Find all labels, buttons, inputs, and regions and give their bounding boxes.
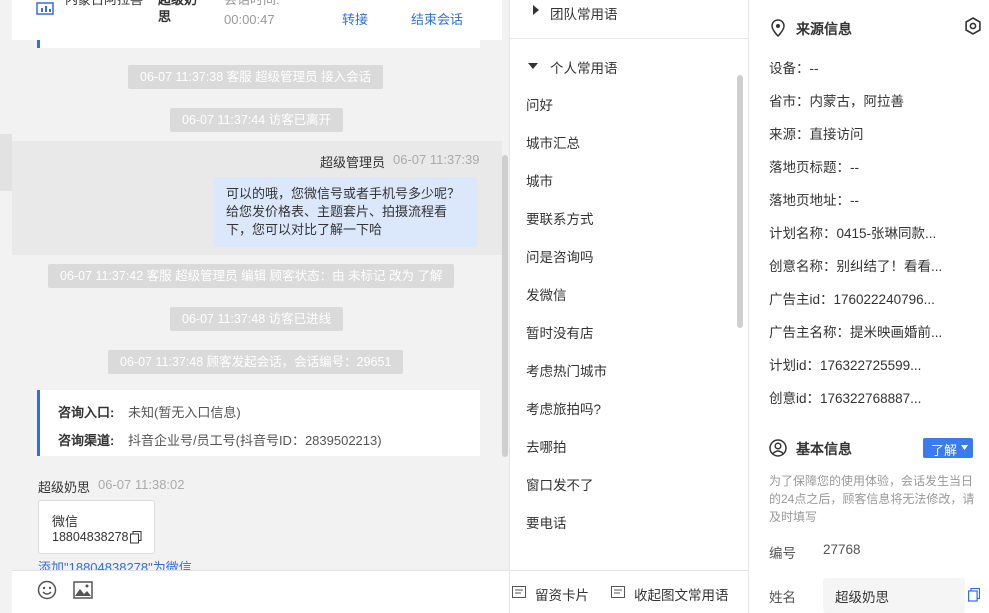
lead-card-button[interactable]: 留资卡片: [535, 584, 589, 604]
team-phrases-toggle[interactable]: 团队常用语: [550, 3, 618, 23]
divider: [510, 38, 749, 39]
chart-icon: [36, 2, 54, 16]
session-duration: 00:00:47: [224, 12, 275, 27]
image-icon[interactable]: [73, 581, 93, 599]
phrase-item[interactable]: 城市汇总: [526, 132, 580, 152]
end-session-button[interactable]: 结束会话: [411, 11, 463, 28]
phrase-item[interactable]: 要联系方式: [526, 208, 594, 228]
copy-icon[interactable]: [968, 588, 980, 602]
caret-down-icon: [961, 445, 968, 450]
status-dropdown[interactable]: 了解: [923, 438, 973, 458]
chat-panel: 内蒙古阿拉善 超级奶思 会话时间: 00:00:47 转接 结束会话 06-07…: [0, 0, 509, 613]
creative-id-row: 创意id：176322768887...: [769, 391, 922, 406]
previous-card-edge: [37, 40, 480, 48]
system-message: 06-07 11:37:48 顾客发起会话，会话编号：29651: [108, 350, 404, 374]
advertiser-name-row: 广告主名称：提米映画婚前...: [769, 325, 943, 340]
user-circle-icon: [769, 439, 787, 457]
customer-name-field[interactable]: 超级奶思: [823, 578, 965, 613]
customer-number-value: 27768: [823, 542, 861, 557]
copy-icon[interactable]: [130, 531, 142, 544]
landing-url-row: 落地页地址：--: [769, 193, 859, 208]
agent-message-block: 超级管理员 06-07 11:37:39 可以的哦，您微信号或者手机号多少呢？给…: [12, 141, 502, 255]
phrases-scrollbar[interactable]: [737, 75, 743, 328]
quick-phrases-panel: 团队常用语 个人常用语 问好 城市汇总 城市 要联系方式 问是咨询吗 发微信 暂…: [509, 0, 749, 613]
customer-info-panel: 来源信息 设备：-- 省市：内蒙古，阿拉善 来源：直接访问 落地页标题：-- 落…: [748, 0, 989, 613]
channel-label: 咨询渠道:: [58, 433, 115, 448]
phrase-item[interactable]: 问好: [526, 94, 553, 114]
wechat-card-number: 18804838278: [52, 530, 129, 544]
collapse-phrases-button[interactable]: 收起图文常用语: [634, 584, 729, 604]
caret-down-icon: [528, 62, 538, 70]
collapse-icon: [611, 586, 625, 598]
session-duration-label: 会话时间:: [224, 0, 280, 8]
status-badge: 了解: [931, 443, 958, 458]
caret-right-icon: [532, 5, 540, 15]
phrase-item[interactable]: 城市: [526, 170, 553, 190]
visitor-name: 超级奶思: [38, 480, 91, 495]
system-message: 06-07 11:37:38 客服 超级管理员 接入会话: [128, 65, 384, 89]
customer-name-value: 超级奶思: [835, 590, 889, 605]
entry-label: 咨询入口:: [58, 405, 115, 420]
personal-phrases-toggle[interactable]: 个人常用语: [550, 57, 618, 77]
phrase-item[interactable]: 考虑旅拍吗?: [526, 398, 601, 418]
channel-value: 抖音企业号/员工号(抖音号ID：2839502213): [128, 433, 382, 448]
agent-timestamp: 06-07 11:37:39: [393, 152, 480, 167]
settings-icon[interactable]: [964, 17, 982, 35]
source-row: 来源：直接访问: [769, 127, 864, 142]
visitor-header-bar: 内蒙古阿拉善 超级奶思 会话时间: 00:00:47 转接 结束会话: [12, 0, 502, 40]
agent-message-bubble: 可以的哦，您微信号或者手机号多少呢？给您发价格表、主题套片、拍摄流程看下，您可以…: [214, 177, 478, 247]
landing-title-row: 落地页标题：--: [769, 160, 859, 175]
creative-name-row: 创意名称：别纠结了！看看...: [769, 259, 943, 274]
divider: [510, 570, 749, 571]
customer-number-label: 编号: [769, 546, 796, 561]
phrase-item[interactable]: 要电话: [526, 512, 567, 532]
phrase-item[interactable]: 去哪拍: [526, 436, 567, 456]
plan-id-row: 计划id：176322725599...: [769, 358, 922, 373]
agent-name: 超级管理员: [320, 155, 386, 170]
wechat-card[interactable]: 微信 18804838278: [38, 500, 155, 554]
plan-name-row: 计划名称：0415-张琳同款...: [769, 226, 937, 241]
phrase-item[interactable]: 发微信: [526, 284, 567, 304]
edit-notice: 为了保障您的使用体验，会话发生当日的24点之后，顾客信息将无法修改，请及时填写: [769, 474, 975, 524]
wechat-card-title: 微信: [52, 514, 79, 529]
location-pin-icon: [771, 19, 785, 37]
province-row: 省市：内蒙古，阿拉善: [769, 94, 904, 109]
visitor-location: 内蒙古阿拉善: [65, 0, 145, 8]
inquiry-info-card: 咨询入口: 未知(暂无入口信息) 咨询渠道: 抖音企业号/员工号(抖音号ID：2…: [37, 390, 480, 456]
emoji-icon[interactable]: [37, 580, 57, 600]
card-icon: [512, 586, 526, 598]
input-toolbar: [12, 570, 509, 613]
visitor-nickname: 超级奶思: [158, 0, 197, 24]
transfer-button[interactable]: 转接: [342, 11, 368, 28]
system-message: 06-07 11:37:42 客服 超级管理员 编辑 顾客状态：由 未标记 改为…: [48, 264, 455, 288]
system-message: 06-07 11:37:48 访客已进线: [170, 307, 344, 331]
customer-name-label: 姓名: [769, 590, 796, 605]
system-message: 06-07 11:37:44 访客已离开: [170, 108, 344, 132]
basic-info-title: 基本信息: [796, 441, 852, 457]
entry-value: 未知(暂无入口信息): [128, 405, 241, 420]
visitor-timestamp: 06-07 11:38:02: [98, 477, 185, 492]
advertiser-id-row: 广告主id：176022240796...: [769, 292, 935, 307]
phrase-item[interactable]: 暂时没有店: [526, 322, 594, 342]
device-row: 设备：--: [769, 61, 819, 76]
left-edge-strip: [0, 134, 12, 191]
phrase-item[interactable]: 窗口发不了: [526, 474, 594, 494]
chat-scrollbar[interactable]: [502, 155, 508, 457]
source-info-title: 来源信息: [796, 21, 852, 37]
phrase-item[interactable]: 问是咨询吗: [526, 246, 594, 266]
phrase-item[interactable]: 考虑热门城市: [526, 360, 607, 380]
